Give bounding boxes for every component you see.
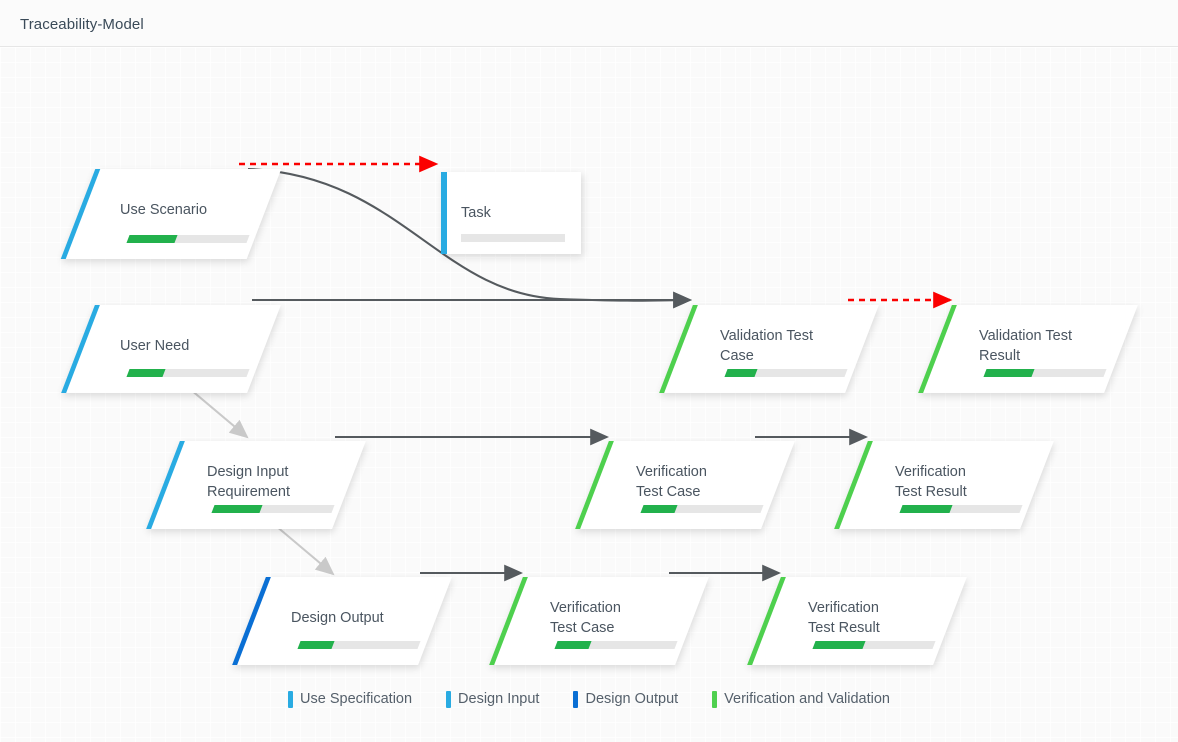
node-label: Validation Test Result	[979, 328, 1072, 364]
traceability-model-page: Traceability-Model Use Scenario Task Val…	[0, 0, 1178, 742]
legend-item-label: Design Input	[458, 691, 540, 707]
node-accent-bar	[441, 172, 447, 254]
node-validation-test-result[interactable]: Validation Test Result	[918, 305, 1138, 393]
legend-swatch-icon	[446, 690, 452, 708]
legend-swatch-icon	[712, 690, 718, 708]
diagram-canvas[interactable]: Use Scenario Task Validation Test Case Vali…	[0, 47, 1178, 742]
node-validation-test-case[interactable]: Validation Test Case	[659, 305, 879, 393]
page-title: Traceability-Model	[20, 16, 144, 33]
legend-item-verification-and-validation[interactable]: Verification and Validation	[712, 690, 890, 708]
node-label: Verification Test Case	[550, 600, 621, 636]
node-label: Design Output	[291, 610, 384, 626]
node-user-need[interactable]: User Need	[61, 305, 281, 393]
node-design-output[interactable]: Design Output	[232, 577, 452, 665]
node-task[interactable]: Task	[441, 172, 581, 254]
legend-item-design-input[interactable]: Design Input	[446, 690, 540, 708]
node-design-input-requirement[interactable]: Design Input Requirement	[146, 441, 366, 529]
node-progress-fill	[211, 505, 263, 513]
node-progress-bar	[126, 235, 250, 243]
node-progress-fill	[126, 369, 166, 377]
node-progress-bar	[126, 369, 250, 377]
node-progress-fill	[899, 505, 953, 513]
node-progress-fill	[640, 505, 678, 513]
legend-item-use-specification[interactable]: Use Specification	[288, 690, 413, 708]
node-progress-fill	[812, 641, 866, 649]
node-progress-bar	[211, 505, 335, 513]
node-progress-fill	[297, 641, 335, 649]
legend-item-label: Use Specification	[300, 691, 413, 707]
app-header: Traceability-Model	[0, 0, 1178, 47]
node-progress-bar	[640, 505, 764, 513]
node-progress-bar	[461, 234, 565, 242]
node-progress-fill	[126, 235, 178, 243]
node-label: Validation Test Case	[720, 328, 813, 364]
node-label: User Need	[120, 338, 190, 354]
node-progress-fill	[724, 369, 758, 377]
node-progress-bar	[297, 641, 421, 649]
legend: Use Specification Design Input Design Outp…	[0, 684, 1178, 714]
node-verification-test-case-2[interactable]: Verification Test Case	[489, 577, 709, 665]
node-progress-bar	[812, 641, 936, 649]
node-use-scenario[interactable]: Use Scenario	[60, 169, 282, 259]
legend-item-label: Design Output	[585, 691, 679, 707]
node-progress-fill	[554, 641, 592, 649]
node-label: Verification Test Case	[636, 464, 707, 500]
node-label: Verification Test Result	[808, 600, 880, 636]
legend-swatch-icon	[573, 690, 579, 708]
node-label: Design Input Requirement	[207, 464, 291, 500]
node-label: Task	[461, 205, 491, 221]
legend-item-label: Verification and Validation	[724, 691, 890, 707]
node-label: Verification Test Result	[895, 464, 967, 500]
node-progress-bar	[554, 641, 678, 649]
node-progress-bar	[899, 505, 1023, 513]
node-verification-test-result-1[interactable]: Verification Test Result	[834, 441, 1054, 529]
node-verification-test-result-2[interactable]: Verification Test Result	[747, 577, 967, 665]
node-label: Use Scenario	[120, 202, 208, 218]
node-progress-bar	[983, 369, 1107, 377]
legend-swatch-icon	[288, 690, 294, 708]
node-progress-bar	[724, 369, 848, 377]
legend-item-design-output[interactable]: Design Output	[573, 690, 679, 708]
node-verification-test-case-1[interactable]: Verification Test Case	[575, 441, 795, 529]
node-progress-fill	[983, 369, 1035, 377]
